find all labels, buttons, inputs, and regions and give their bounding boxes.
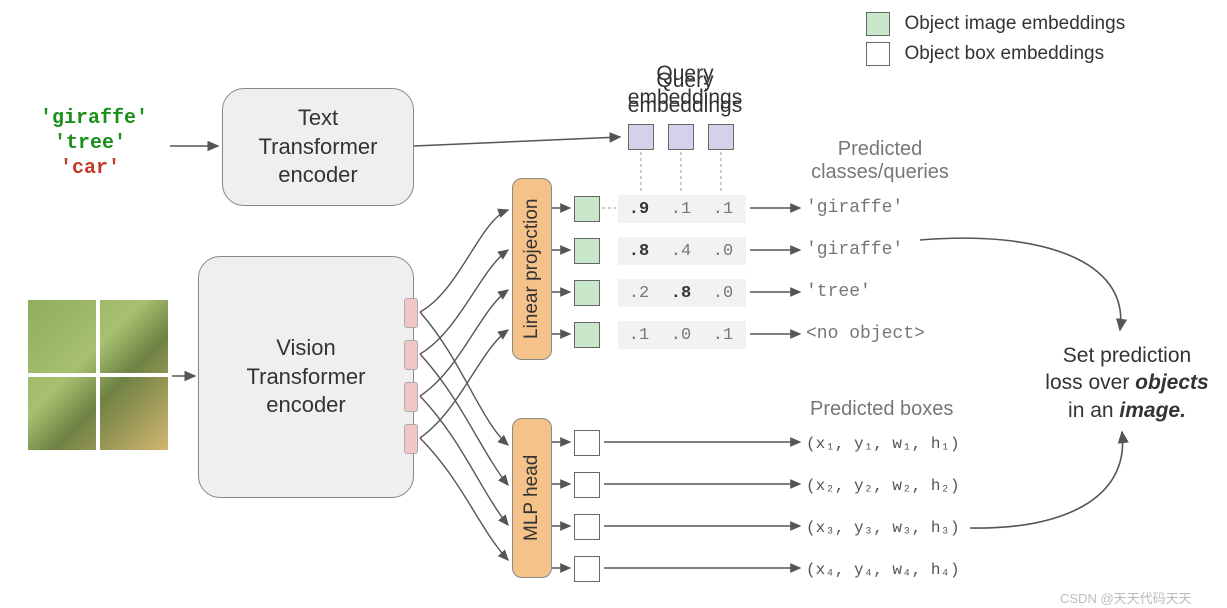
score-1a: .9 (618, 200, 660, 219)
legend-label-image-emb: Object image embeddings (904, 13, 1125, 34)
input-token-tree: 'tree' (40, 131, 148, 156)
loss-l1: Set prediction (1032, 342, 1222, 369)
loss-l3: in an image. (1032, 397, 1222, 424)
box-emb-3 (574, 514, 600, 540)
image-emb-4 (574, 322, 600, 348)
legend-label-box-emb: Object box embeddings (904, 43, 1104, 64)
heading-pred-classes: Predicted classes/queries (795, 138, 965, 184)
loss-text: Set prediction loss over objects in an i… (1032, 342, 1222, 424)
image-emb-3 (574, 280, 600, 306)
input-image (28, 300, 168, 450)
legend-row-box-emb: Object box embeddings (866, 42, 1104, 66)
diagram-stage: Object image embeddings Object box embed… (0, 0, 1227, 608)
score-1b: .1 (660, 200, 702, 219)
vision-transformer-encoder: Vision Transformer encoder (198, 256, 414, 498)
pred-class-3: 'tree' (806, 282, 871, 302)
legend-row-image-emb: Object image embeddings (866, 12, 1125, 36)
score-row-2: .8 .4 .0 (618, 237, 746, 265)
score-1c: .1 (702, 200, 744, 219)
score-2b: .4 (660, 242, 702, 261)
watermark: CSDN @天天代码天天 (1060, 588, 1192, 607)
loss-l2b: objects (1135, 371, 1209, 394)
score-row-4: .1 .0 .1 (618, 321, 746, 349)
pred-box-4: (x₄, y₄, w₄, h₄) (806, 561, 960, 579)
pred-class-1: 'giraffe' (806, 198, 903, 218)
heading-pred-classes-l1: Predicted (795, 138, 965, 161)
vision-token-3 (404, 382, 418, 412)
vision-encoder-l1: Vision (247, 334, 366, 363)
input-token-car: 'car' (40, 156, 148, 181)
vision-token-2 (404, 340, 418, 370)
legend-swatch-white (866, 42, 890, 66)
vision-encoder-l3: encoder (247, 391, 366, 420)
heading-query-wrap: Query embeddings (595, 62, 775, 110)
pred-box-2: (x₂, y₂, w₂, h₂) (806, 477, 960, 495)
mlp-head-block: MLP head (512, 418, 552, 578)
text-encoder-l1: Text (259, 104, 378, 133)
box-emb-4 (574, 556, 600, 582)
vision-token-1 (404, 298, 418, 328)
linear-projection-block: Linear projection (512, 178, 552, 360)
heading-query-word2: embeddings (595, 86, 775, 110)
heading-pred-classes-l2: classes/queries (795, 161, 965, 184)
score-2c: .0 (702, 242, 744, 261)
score-2a: .8 (618, 242, 660, 261)
loss-l3a: in an (1068, 399, 1119, 422)
query-emb-2 (668, 124, 694, 150)
box-emb-2 (574, 472, 600, 498)
heading-query-word1: Query (595, 62, 775, 86)
pred-class-2: 'giraffe' (806, 240, 903, 260)
query-emb-1 (628, 124, 654, 150)
score-3b: .8 (660, 284, 702, 303)
vision-token-4 (404, 424, 418, 454)
loss-l2a: loss over (1045, 371, 1135, 394)
box-emb-1 (574, 430, 600, 456)
heading-pred-boxes: Predicted boxes (810, 398, 980, 421)
score-row-1: .9 .1 .1 (618, 195, 746, 223)
image-emb-1 (574, 196, 600, 222)
score-4a: .1 (618, 326, 660, 345)
loss-l2: loss over objects (1032, 369, 1222, 396)
loss-l3b: image. (1119, 399, 1186, 422)
vision-encoder-label: Vision Transformer encoder (247, 334, 366, 420)
mlp-head-label: MLP head (521, 455, 543, 541)
text-inputs: 'giraffe' 'tree' 'car' (40, 106, 148, 181)
input-token-giraffe: 'giraffe' (40, 106, 148, 131)
text-encoder-l2: Transformer (259, 133, 378, 162)
query-emb-3 (708, 124, 734, 150)
score-4b: .0 (660, 326, 702, 345)
pred-class-4: <no object> (806, 324, 925, 344)
text-encoder-l3: encoder (259, 161, 378, 190)
score-3a: .2 (618, 284, 660, 303)
text-transformer-encoder: Text Transformer encoder (222, 88, 414, 206)
vision-encoder-l2: Transformer (247, 363, 366, 392)
score-4c: .1 (702, 326, 744, 345)
image-emb-2 (574, 238, 600, 264)
pred-box-1: (x₁, y₁, w₁, h₁) (806, 435, 960, 453)
score-3c: .0 (702, 284, 744, 303)
text-encoder-label: Text Transformer encoder (259, 104, 378, 190)
linear-projection-label: Linear projection (521, 199, 543, 339)
score-row-3: .2 .8 .0 (618, 279, 746, 307)
legend-swatch-green (866, 12, 890, 36)
pred-box-3: (x₃, y₃, w₃, h₃) (806, 519, 960, 537)
